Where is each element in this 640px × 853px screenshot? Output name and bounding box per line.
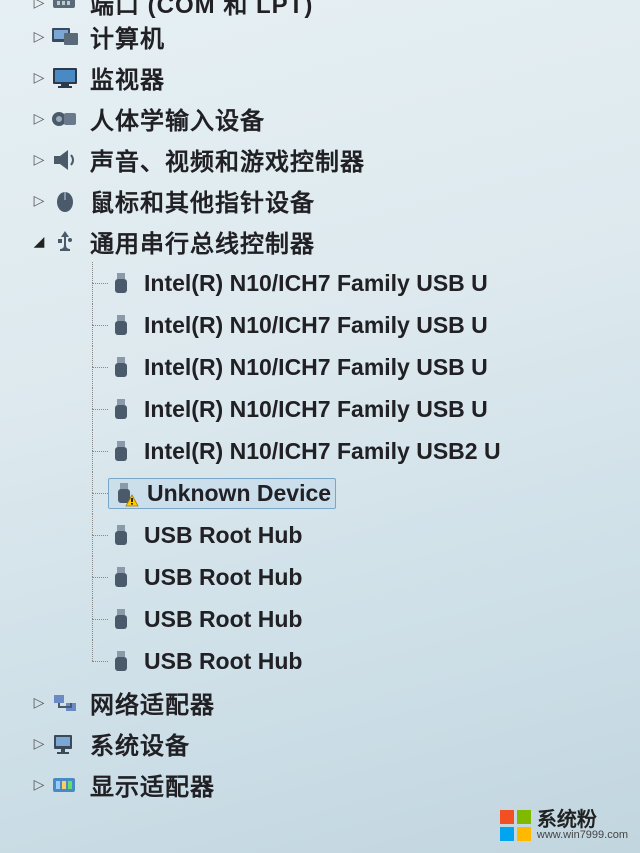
device-label: USB Root Hub: [144, 564, 302, 591]
tree-item-unknown-device[interactable]: Unknown Device: [108, 472, 640, 514]
tree-item-network[interactable]: ▷ 网络适配器: [0, 682, 640, 723]
usb-plug-icon: [108, 354, 134, 380]
device-label: Intel(R) N10/ICH7 Family USB U: [144, 270, 488, 297]
usb-plug-icon: [108, 606, 134, 632]
network-icon: [48, 690, 82, 716]
device-label: USB Root Hub: [144, 606, 302, 633]
device-label: Intel(R) N10/ICH7 Family USB U: [144, 312, 488, 339]
tree-item-system[interactable]: ▷ 系统设备: [0, 723, 640, 764]
tree-label: 显示适配器: [90, 767, 215, 802]
usb-plug-icon: [108, 522, 134, 548]
expander-icon[interactable]: ▷: [30, 151, 48, 168]
usb-plug-icon: [108, 564, 134, 590]
tree-item-display[interactable]: ▷ 显示适配器: [0, 764, 640, 805]
usb-plug-icon: [108, 270, 134, 296]
expander-icon[interactable]: ▷: [30, 192, 48, 209]
expander-icon[interactable]: ▷: [30, 110, 48, 127]
expander-icon[interactable]: ▷: [30, 69, 48, 86]
tree-item-usb-root-hub[interactable]: USB Root Hub: [108, 598, 640, 640]
device-label: Intel(R) N10/ICH7 Family USB U: [144, 396, 488, 423]
watermark-title: 系统粉: [537, 810, 628, 830]
tree-label: 系统设备: [90, 726, 190, 761]
watermark-url: www.win7999.com: [537, 830, 628, 841]
expander-icon[interactable]: ▷: [30, 28, 48, 45]
tree-label: 声音、视频和游戏控制器: [90, 142, 365, 177]
device-label: Intel(R) N10/ICH7 Family USB2 U: [144, 438, 501, 465]
tree-item-usb-root-hub[interactable]: USB Root Hub: [108, 556, 640, 598]
tree-label: 通用串行总线控制器: [90, 224, 315, 259]
hid-icon: [48, 106, 82, 132]
expander-icon[interactable]: ▷: [30, 776, 48, 793]
device-label: Intel(R) N10/ICH7 Family USB U: [144, 354, 488, 381]
tree-item-sound[interactable]: ▷ 声音、视频和游戏控制器: [0, 139, 640, 180]
watermark: 系统粉 www.win7999.com: [500, 810, 628, 841]
usb-plug-icon: [108, 396, 134, 422]
tree-item-usb-controllers[interactable]: ◢ 通用串行总线控制器: [0, 221, 640, 262]
tree-item-usb-device[interactable]: Intel(R) N10/ICH7 Family USB U: [108, 388, 640, 430]
tree-item-mouse[interactable]: ▷ 鼠标和其他指针设备: [0, 180, 640, 221]
tree-item-usb-root-hub[interactable]: USB Root Hub: [108, 640, 640, 682]
tree-label: 监视器: [90, 60, 165, 95]
tree-item-usb-device[interactable]: Intel(R) N10/ICH7 Family USB U: [108, 262, 640, 304]
expander-icon[interactable]: ▷: [30, 735, 48, 752]
tree-item-usb-device[interactable]: Intel(R) N10/ICH7 Family USB2 U: [108, 430, 640, 472]
tree-item-ports[interactable]: ▷ 端口 (COM 和 LPT): [0, 0, 640, 16]
device-manager-tree: ▷ 端口 (COM 和 LPT) ▷ 计算机 ▷ 监视器 ▷ 人体学输入设备 ▷: [0, 0, 640, 805]
expander-icon[interactable]: ▷: [30, 694, 48, 711]
expander-icon[interactable]: ◢: [30, 233, 48, 250]
tree-item-usb-device[interactable]: Intel(R) N10/ICH7 Family USB U: [108, 346, 640, 388]
computer-icon: [48, 24, 82, 50]
system-icon: [48, 731, 82, 757]
tree-label: 网络适配器: [90, 685, 215, 720]
sound-icon: [48, 147, 82, 173]
device-label: USB Root Hub: [144, 522, 302, 549]
device-label: Unknown Device: [147, 480, 331, 507]
usb-plug-icon: [108, 648, 134, 674]
tree-label: 计算机: [90, 19, 165, 54]
ms-logo-icon: [500, 810, 531, 841]
usb-icon: [48, 229, 82, 255]
tree-label: 鼠标和其他指针设备: [90, 183, 315, 218]
usb-plug-icon: [108, 438, 134, 464]
mouse-icon: [48, 188, 82, 214]
tree-item-computer[interactable]: ▷ 计算机: [0, 16, 640, 57]
display-icon: [48, 772, 82, 798]
tree-label: 人体学输入设备: [90, 101, 265, 136]
expander-icon[interactable]: ▷: [30, 0, 48, 11]
usb-plug-warning-icon: [111, 480, 137, 506]
tree-item-usb-root-hub[interactable]: USB Root Hub: [108, 514, 640, 556]
tree-item-monitor[interactable]: ▷ 监视器: [0, 57, 640, 98]
port-icon: [48, 0, 82, 15]
monitor-icon: [48, 65, 82, 91]
tree-item-usb-device[interactable]: Intel(R) N10/ICH7 Family USB U: [108, 304, 640, 346]
usb-children: Intel(R) N10/ICH7 Family USB U Intel(R) …: [108, 262, 640, 682]
device-label: USB Root Hub: [144, 648, 302, 675]
tree-item-hid[interactable]: ▷ 人体学输入设备: [0, 98, 640, 139]
usb-plug-icon: [108, 312, 134, 338]
